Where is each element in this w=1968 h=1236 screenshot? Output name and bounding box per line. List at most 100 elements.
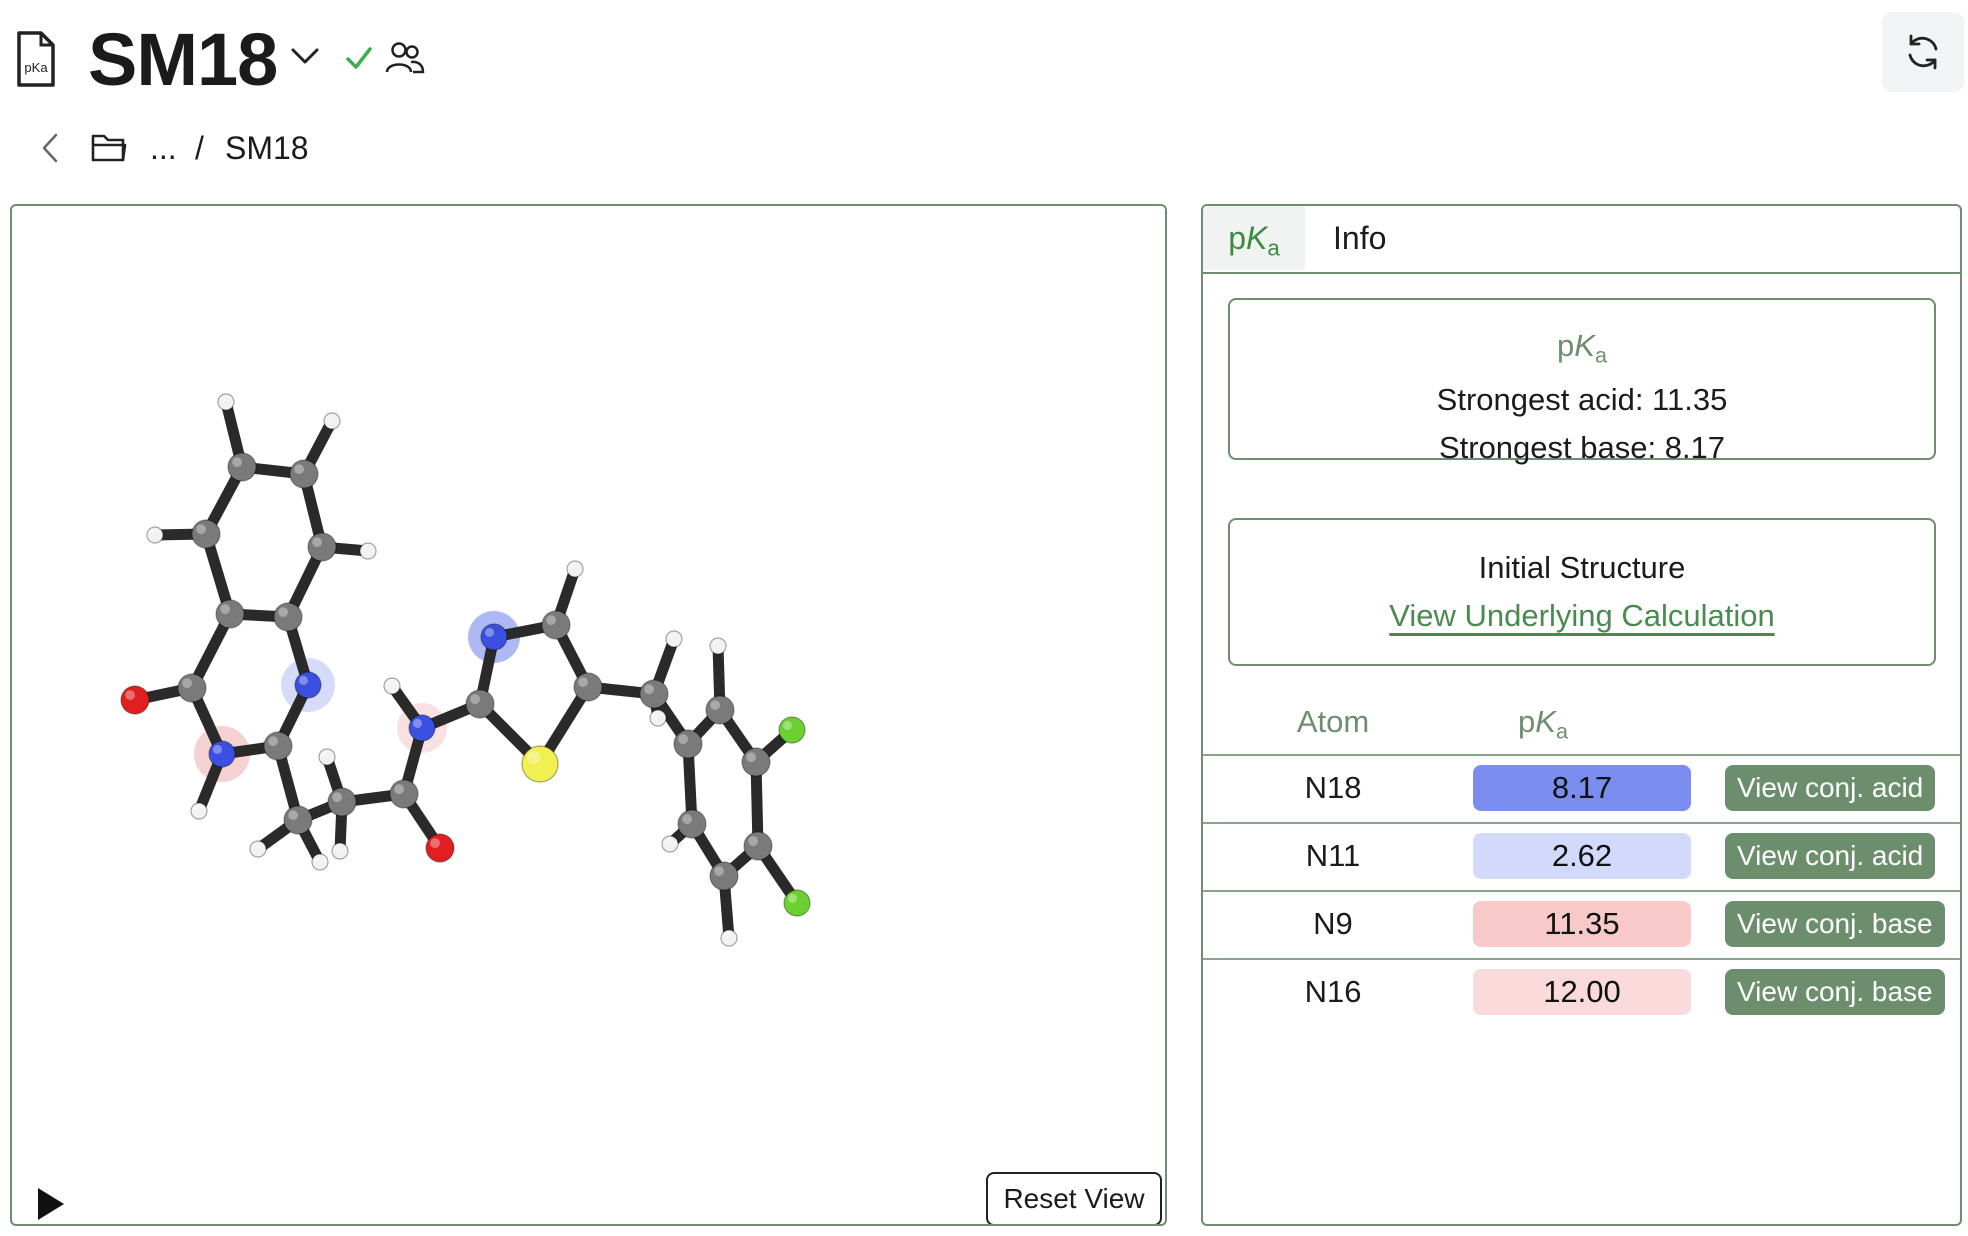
atom-c[interactable] xyxy=(541,610,571,640)
atom-c[interactable] xyxy=(709,861,739,891)
tab-bar: pKa Info xyxy=(1203,206,1960,274)
atom-shine xyxy=(678,734,688,744)
atom-n[interactable] xyxy=(208,740,236,768)
atom-h[interactable] xyxy=(190,802,208,820)
atom-c[interactable] xyxy=(215,599,245,629)
atom-f[interactable] xyxy=(778,716,806,744)
folder-icon[interactable] xyxy=(90,130,128,164)
strongest-acid: Strongest acid: 11.35 xyxy=(1436,381,1728,417)
atom-h[interactable] xyxy=(359,542,377,560)
strongest-base: Strongest base: 8.17 xyxy=(1438,429,1726,465)
atom-h[interactable] xyxy=(661,835,679,853)
atom-c[interactable] xyxy=(191,519,221,549)
atom-c[interactable] xyxy=(705,695,735,725)
atom-c[interactable] xyxy=(283,805,313,835)
atom-shine xyxy=(294,464,304,474)
atom-c[interactable] xyxy=(741,747,771,777)
atom-c[interactable] xyxy=(289,459,319,489)
molecule-viewer[interactable]: Reset View xyxy=(10,204,1167,1226)
view-conj-base-button[interactable]: View conj. base xyxy=(1725,969,1945,1015)
atom-shine xyxy=(782,720,792,730)
atom-h[interactable] xyxy=(249,840,267,858)
breadcrumb-ellipsis[interactable]: ... xyxy=(150,128,177,168)
column-header-atom: Atom xyxy=(1296,704,1370,739)
atom-h[interactable] xyxy=(146,526,164,544)
atom-c[interactable] xyxy=(389,779,419,809)
atom-h[interactable] xyxy=(318,748,336,766)
pka-value-pill: 2.62 xyxy=(1473,833,1691,879)
atom-n[interactable] xyxy=(480,623,508,651)
tab-info[interactable]: Info xyxy=(1333,206,1386,270)
atom-c[interactable] xyxy=(263,731,293,761)
atom-h[interactable] xyxy=(649,709,667,727)
atom-o[interactable] xyxy=(120,685,150,715)
atom-shine xyxy=(193,805,199,811)
atom-o[interactable] xyxy=(425,833,455,863)
atom-h[interactable] xyxy=(566,560,584,578)
back-arrow-icon[interactable] xyxy=(38,132,62,164)
atom-shine xyxy=(288,810,298,820)
heading-k: K xyxy=(1574,328,1595,363)
atom-n[interactable] xyxy=(294,671,322,699)
atom-c[interactable] xyxy=(227,452,257,482)
atom-shine xyxy=(546,615,556,625)
checkmark-icon xyxy=(346,47,372,69)
atom-shine xyxy=(278,607,288,617)
atom-c[interactable] xyxy=(639,679,669,709)
atom-c[interactable] xyxy=(677,809,707,839)
view-underlying-calculation-link[interactable]: View Underlying Calculation xyxy=(1230,592,1934,640)
users-icon[interactable] xyxy=(385,40,425,76)
atom-c[interactable] xyxy=(573,672,603,702)
document-icon-label: pKa xyxy=(24,60,48,75)
atom-c[interactable] xyxy=(743,831,773,861)
atom-shine xyxy=(484,627,495,637)
play-icon[interactable] xyxy=(30,1184,70,1224)
atom-h[interactable] xyxy=(709,637,727,655)
atom-c[interactable] xyxy=(273,602,303,632)
refresh-icon xyxy=(1908,34,1938,70)
table-row: N9 11.35 View conj. base xyxy=(1203,890,1960,958)
atom-s[interactable] xyxy=(521,745,559,783)
atom-shine xyxy=(668,633,674,639)
tab-pka-p: p xyxy=(1228,220,1246,256)
atom-c[interactable] xyxy=(307,532,337,562)
atom-h[interactable] xyxy=(331,842,349,860)
atom-shine xyxy=(252,843,258,849)
atom-c[interactable] xyxy=(465,689,495,719)
column-header-pka: pKa xyxy=(1473,700,1613,754)
atom-shine xyxy=(332,792,342,802)
atom-shine xyxy=(682,814,692,824)
atom-h[interactable] xyxy=(720,929,738,947)
pka-summary-heading: pKa xyxy=(1230,326,1934,376)
atom-shine xyxy=(723,932,729,938)
tab-pka[interactable]: pKa xyxy=(1203,206,1305,270)
molecule-canvas[interactable] xyxy=(12,206,1165,1224)
table-row: N18 8.17 View conj. acid xyxy=(1203,754,1960,822)
breadcrumb-current: SM18 xyxy=(225,130,309,166)
chevron-down-icon[interactable] xyxy=(290,46,320,66)
atom-shine xyxy=(644,684,654,694)
atom-cell: N9 xyxy=(1313,906,1353,941)
atom-shine xyxy=(125,690,135,700)
tab-pka-k: K xyxy=(1246,220,1268,256)
page-title: SM18 xyxy=(88,18,278,101)
atom-c[interactable] xyxy=(327,787,357,817)
atom-c[interactable] xyxy=(673,729,703,759)
refresh-button[interactable] xyxy=(1882,12,1964,92)
view-conj-acid-button[interactable]: View conj. acid xyxy=(1725,765,1936,811)
view-conj-base-button[interactable]: View conj. base xyxy=(1725,901,1945,947)
atom-shine xyxy=(787,893,797,903)
atom-shine xyxy=(569,563,575,569)
atom-h[interactable] xyxy=(665,630,683,648)
atom-shine xyxy=(326,415,333,422)
atom-h[interactable] xyxy=(311,853,329,871)
atom-f[interactable] xyxy=(783,889,811,917)
atom-h[interactable] xyxy=(217,393,235,411)
atom-shine xyxy=(196,524,207,534)
reset-view-button[interactable]: Reset View xyxy=(986,1172,1162,1224)
view-conj-acid-button[interactable]: View conj. acid xyxy=(1725,833,1936,879)
atom-n[interactable] xyxy=(408,714,436,742)
atom-c[interactable] xyxy=(177,673,207,703)
atom-h[interactable] xyxy=(383,677,401,695)
atom-h[interactable] xyxy=(323,412,341,430)
